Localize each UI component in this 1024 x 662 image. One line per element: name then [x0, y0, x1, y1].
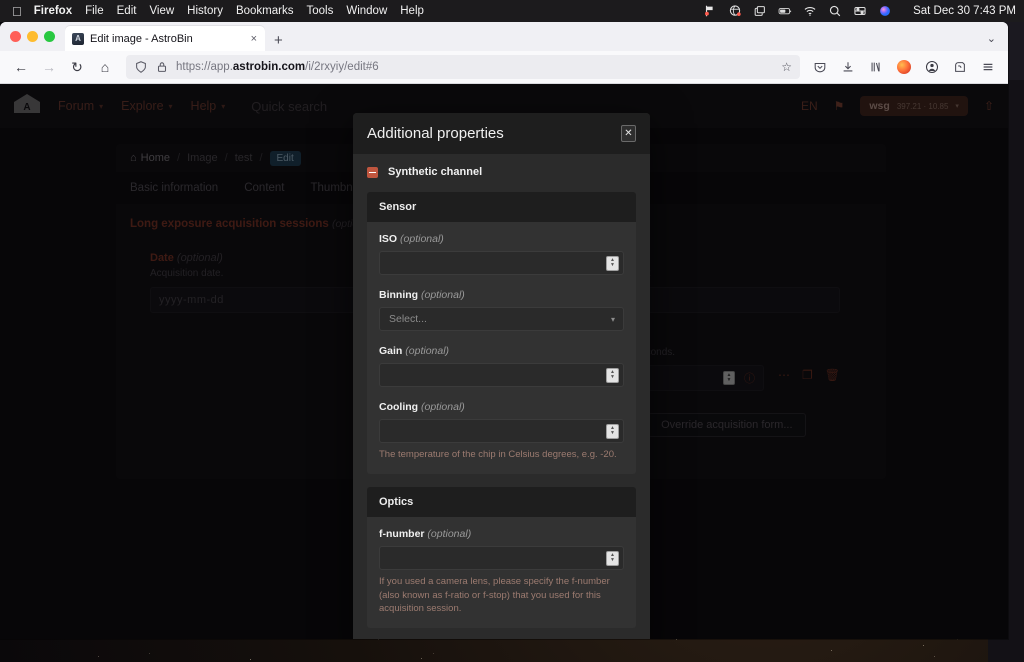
cooling-field-group: Cooling (optional) ▲ ▼ The temperature of…: [379, 401, 624, 461]
screen: PM al /.jpg yes cess nsO 30 23 Edit imag…: [0, 0, 1024, 662]
optics-panel: Optics f-number (optional) ▲ ▼ If you us…: [367, 487, 636, 628]
pocket-icon[interactable]: [808, 54, 832, 80]
browser-tab[interactable]: Edit image - AstroBin ×: [65, 26, 265, 51]
additional-properties-modal: Additional properties ✕ Synthetic channe…: [353, 113, 650, 639]
forward-button[interactable]: →: [36, 54, 62, 80]
optics-panel-body: f-number (optional) ▲ ▼ If you used a cam…: [367, 517, 636, 628]
padlock-icon: [155, 60, 169, 74]
synthetic-channel-label: Synthetic channel: [388, 166, 482, 178]
downloads-arrow-icon[interactable]: [836, 54, 860, 80]
astrobin-favicon: [72, 33, 84, 45]
tracking-protection-shield-icon[interactable]: [134, 60, 148, 74]
number-stepper-icon[interactable]: ▲▼: [606, 256, 619, 271]
page-viewport: Forum ▾ Explore ▾ Help ▾ Quick search EN…: [0, 84, 1008, 639]
minimize-window-button[interactable]: [27, 31, 38, 42]
spotlight-search-icon[interactable]: [828, 4, 842, 18]
navigation-toolbar: ← → ↻ ⌂ https://app.astrobin.com/i/2rxyi…: [0, 51, 1008, 84]
macos-menu-bar:  Firefox File Edit View History Bookmar…: [0, 0, 1024, 22]
battery-icon[interactable]: [778, 4, 792, 18]
reload-button[interactable]: ↻: [64, 54, 90, 80]
gain-label: Gain (optional): [379, 345, 624, 357]
f-number-field-group: f-number (optional) ▲ ▼ If you used a cam…: [379, 528, 624, 615]
tab-title: Edit image - AstroBin: [90, 33, 244, 45]
back-button[interactable]: ←: [8, 54, 34, 80]
iso-label: ISO (optional): [379, 233, 624, 245]
iso-field-group: ISO (optional) ▲ ▼: [379, 233, 624, 275]
menu-history[interactable]: History: [187, 5, 223, 17]
cooling-help: The temperature of the chip in Celsius d…: [379, 448, 624, 461]
dropbox-icon[interactable]: [728, 4, 742, 18]
menu-help[interactable]: Help: [400, 5, 424, 17]
modal-header: Additional properties ✕: [353, 113, 650, 154]
cooling-input[interactable]: ▲ ▼: [379, 419, 624, 443]
menu-window[interactable]: Window: [346, 5, 387, 17]
close-icon[interactable]: ✕: [621, 125, 636, 142]
sensor-panel: Sensor ISO (optional) ▲ ▼ Binning (optio…: [367, 192, 636, 474]
apple-logo-icon[interactable]: : [12, 5, 22, 18]
synthetic-channel-row[interactable]: Synthetic channel: [367, 166, 636, 178]
tab-strip: Edit image - AstroBin × + ⌄: [0, 22, 1008, 51]
menu-edit[interactable]: Edit: [117, 5, 137, 17]
home-button[interactable]: ⌂: [92, 54, 118, 80]
window-controls[interactable]: [8, 22, 65, 51]
gain-field-group: Gain (optional) ▲ ▼: [379, 345, 624, 387]
screen-mirroring-icon[interactable]: [753, 4, 767, 18]
star-bookmark-icon[interactable]: ☆: [781, 60, 792, 74]
menu-app-name[interactable]: Firefox: [34, 5, 72, 17]
maximize-window-button[interactable]: [44, 31, 55, 42]
new-tab-button[interactable]: +: [265, 33, 292, 51]
list-all-tabs-icon[interactable]: ⌄: [987, 32, 996, 45]
synthetic-channel-checkbox[interactable]: [367, 167, 378, 178]
binning-placeholder: Select...: [389, 313, 427, 325]
f-number-input[interactable]: ▲ ▼: [379, 546, 624, 570]
wifi-icon[interactable]: [803, 4, 817, 18]
chevron-down-icon[interactable]: ▾: [611, 315, 619, 324]
firefox-window: Edit image - AstroBin × + ⌄ ← → ↻ ⌂ http…: [0, 22, 1008, 639]
url-bar[interactable]: https://app.astrobin.com/i/2rxyiy/edit#6…: [126, 55, 800, 79]
sensor-panel-header: Sensor: [367, 192, 636, 222]
modal-title: Additional properties: [367, 125, 504, 142]
sensor-panel-body: ISO (optional) ▲ ▼ Binning (optional) Se…: [367, 222, 636, 474]
binning-field-group: Binning (optional) Select... ▾: [379, 289, 624, 331]
firefox-logo-icon[interactable]: [892, 54, 916, 80]
menubar-tray: Sat Dec 30 7:43 PM: [703, 4, 1016, 18]
number-stepper-icon[interactable]: ▲▼: [606, 551, 619, 566]
close-tab-icon[interactable]: ×: [250, 33, 258, 45]
control-center-icon[interactable]: [853, 4, 867, 18]
url-text: https://app.astrobin.com/i/2rxyiy/edit#6: [176, 61, 379, 73]
toolbar-buttons: [808, 54, 1000, 80]
cooling-label: Cooling (optional): [379, 401, 624, 413]
siri-icon[interactable]: [878, 4, 892, 18]
number-stepper-icon[interactable]: ▲▼: [606, 368, 619, 383]
hamburger-menu-icon[interactable]: [976, 54, 1000, 80]
library-icon[interactable]: [864, 54, 888, 80]
binning-label: Binning (optional): [379, 289, 624, 301]
menu-view[interactable]: View: [149, 5, 174, 17]
extension-icon[interactable]: [948, 54, 972, 80]
menu-tools[interactable]: Tools: [306, 5, 333, 17]
account-avatar-icon[interactable]: [920, 54, 944, 80]
iso-input[interactable]: ▲ ▼: [379, 251, 624, 275]
menu-file[interactable]: File: [85, 5, 104, 17]
notification-flag-icon[interactable]: [703, 4, 717, 18]
binning-select[interactable]: Select... ▾: [379, 307, 624, 331]
optics-panel-header: Optics: [367, 487, 636, 517]
number-stepper-icon[interactable]: ▲▼: [606, 424, 619, 439]
menubar-clock[interactable]: Sat Dec 30 7:43 PM: [913, 5, 1016, 17]
f-number-label: f-number (optional): [379, 528, 624, 540]
gain-input[interactable]: ▲ ▼: [379, 363, 624, 387]
close-window-button[interactable]: [10, 31, 21, 42]
f-number-help: If you used a camera lens, please specif…: [379, 575, 624, 615]
modal-body[interactable]: Synthetic channel Sensor ISO (optional): [353, 154, 650, 639]
menu-bookmarks[interactable]: Bookmarks: [236, 5, 294, 17]
